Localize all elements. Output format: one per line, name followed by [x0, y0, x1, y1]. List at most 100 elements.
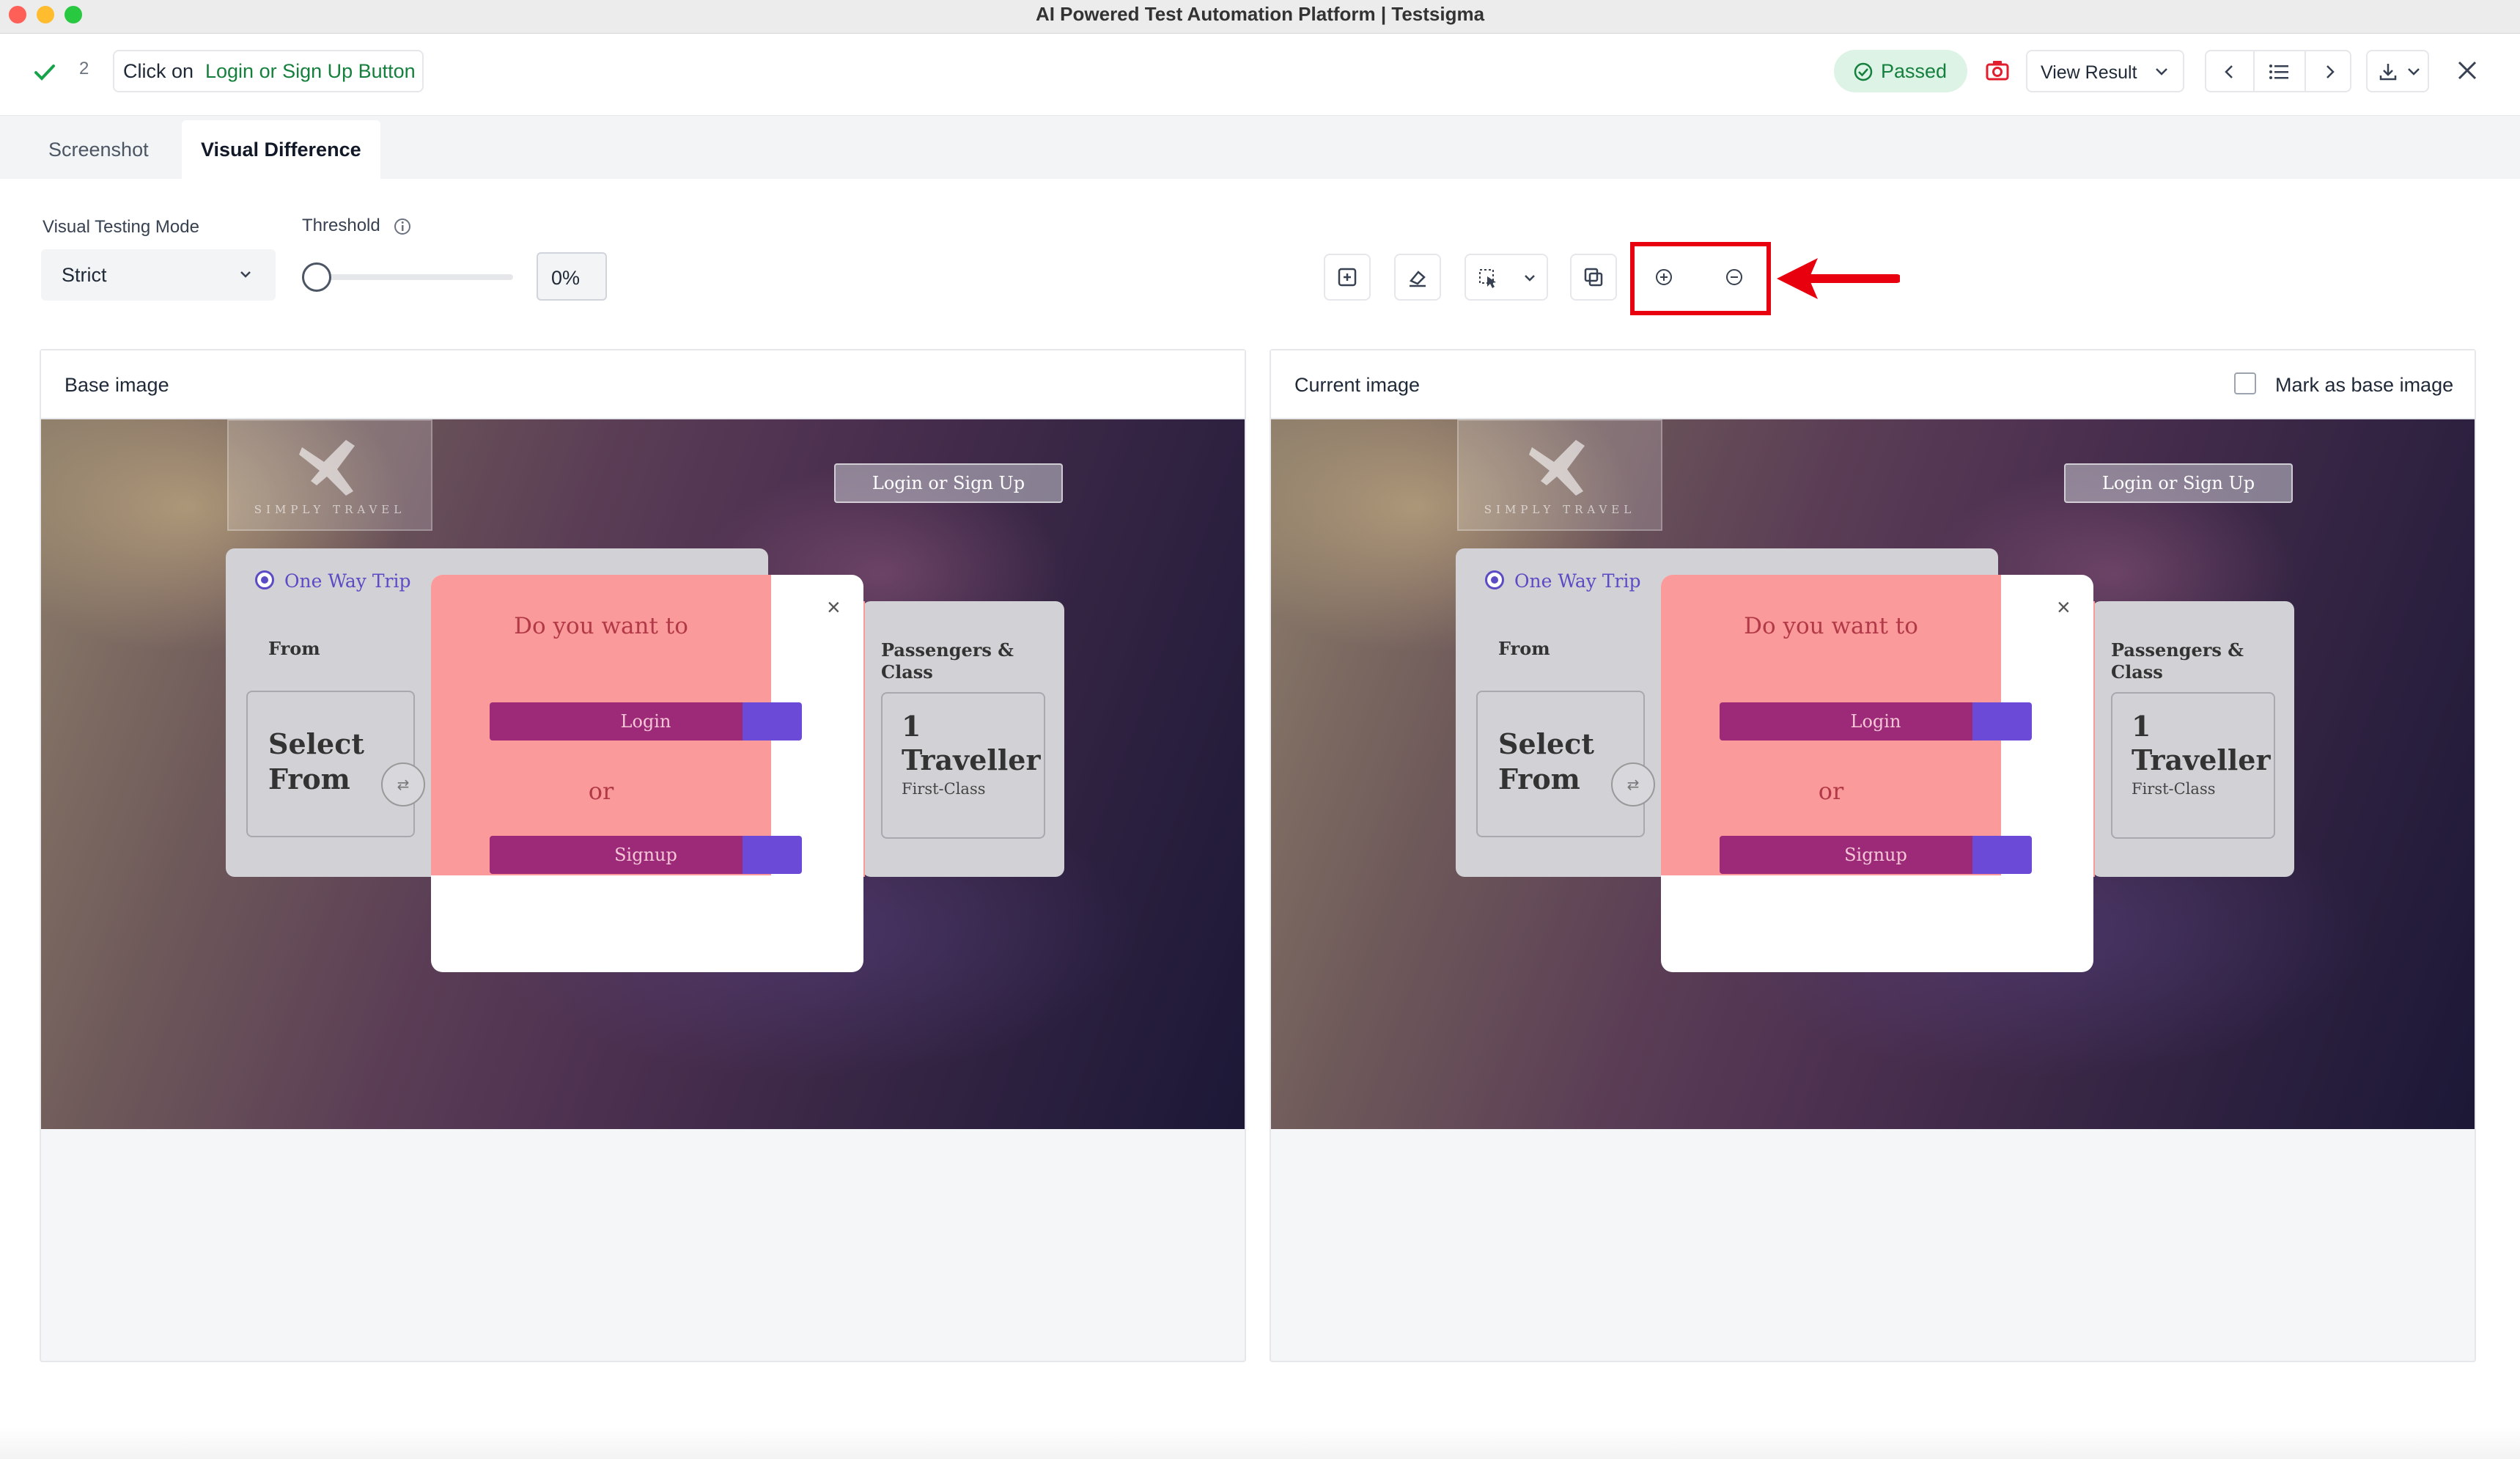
overlay-toggle-button[interactable]: [1570, 254, 1617, 301]
eraser-icon: [1409, 271, 1426, 287]
chevron-down-icon: [240, 271, 251, 278]
list-icon[interactable]: [2268, 63, 2290, 81]
arrow-annotation-icon: [1777, 258, 1900, 299]
check-circle-icon: [1854, 62, 1873, 81]
app-logo: SIMPLY TRAVEL: [227, 419, 432, 531]
app-brand: SIMPLY TRAVEL: [254, 503, 406, 516]
app-modal-question: Do you want to: [1744, 613, 1918, 639]
mode-value: Strict: [62, 264, 107, 286]
app-from-box: Select From: [246, 691, 415, 837]
app-trip-option: One Way Trip: [284, 570, 411, 592]
current-image-label: Current image: [1294, 374, 1421, 396]
app-login-modal: Do you want to Login or Signup ×: [431, 575, 863, 972]
app-login-signup-button: Login or Sign Up: [2064, 463, 2293, 503]
footer-shadow: [0, 1427, 2520, 1459]
view-result-label: View Result: [2041, 62, 2137, 83]
step-header: 2 Click on Login or Sign Up Button Passe…: [0, 34, 2520, 116]
app-traveller-word: Traveller: [2132, 743, 2271, 776]
mark-base-checkbox[interactable]: [2234, 372, 2256, 394]
current-screenshot[interactable]: SIMPLY TRAVEL Login or Sign Up One Way T…: [1271, 419, 2475, 1129]
step-target: Login or Sign Up Button: [205, 60, 416, 82]
current-image-header: Current image Mark as base image: [1271, 350, 2475, 419]
app-modal-question: Do you want to: [514, 613, 688, 639]
chevron-down-icon: [1525, 275, 1535, 282]
app-modal-login: Login: [490, 702, 802, 740]
threshold-slider-track[interactable]: [302, 274, 513, 280]
app-trip-option: One Way Trip: [1514, 570, 1641, 592]
current-image-panel: Current image Mark as base image SIMPLY …: [1270, 349, 2476, 1362]
threshold-value-box[interactable]: 0%: [537, 252, 607, 301]
step-number: 2: [79, 59, 89, 78]
app-traveller-word: Traveller: [902, 743, 1041, 776]
camera-icon[interactable]: [1985, 59, 2010, 82]
app-brand: SIMPLY TRAVEL: [1484, 503, 1636, 516]
chevron-down-icon: [2408, 68, 2420, 76]
app-modal-close-icon: ×: [827, 594, 841, 620]
app-traveller-box: 1 Traveller First-Class: [2111, 692, 2275, 839]
app-select-from-1: Select: [268, 727, 364, 760]
download-dropdown[interactable]: [2366, 50, 2429, 92]
app-traveller-class: First-Class: [2132, 780, 2216, 798]
chevron-down-icon: [2156, 68, 2167, 76]
divider: [2253, 51, 2255, 91]
highlight-box: [1630, 242, 1771, 315]
app-from-box: Select From: [1476, 691, 1645, 837]
view-result-dropdown[interactable]: View Result: [2026, 50, 2184, 92]
tab-visual-difference[interactable]: Visual Difference: [182, 120, 380, 179]
app-swap-icon: ⇄: [1611, 762, 1655, 806]
app-radio-one-way: [255, 570, 274, 589]
info-icon[interactable]: [393, 217, 412, 236]
app-traveller-count: 1: [2132, 710, 2151, 743]
status-badge: Passed: [1834, 50, 1967, 92]
airplane-icon: [299, 440, 355, 496]
app-traveller-count: 1: [902, 710, 921, 743]
app-from-label: From: [1498, 638, 1550, 659]
window-title: AI Powered Test Automation Platform | Te…: [1035, 3, 1485, 25]
tab-screenshot[interactable]: Screenshot: [29, 120, 168, 179]
app-passengers-1: Passengers &: [881, 639, 1014, 661]
app-modal-signup: Signup: [490, 836, 802, 874]
base-image-label: Base image: [65, 374, 169, 396]
app-traveller-class: First-Class: [902, 780, 986, 798]
app-modal-or: or: [588, 777, 614, 805]
result-tabs: Screenshot Visual Difference: [0, 116, 2520, 179]
app-logo: SIMPLY TRAVEL: [1457, 419, 1662, 531]
base-image-header: Base image: [41, 350, 1245, 419]
eraser-button[interactable]: [1394, 254, 1441, 301]
app-passengers-card: Passengers & Class 1 Traveller First-Cla…: [862, 601, 1064, 877]
mode-select[interactable]: Strict: [41, 249, 276, 301]
select-cursor-icon: [1479, 269, 1496, 288]
close-icon[interactable]: [2455, 59, 2479, 82]
app-login-signup-button: Login or Sign Up: [834, 463, 1063, 503]
mark-base-label: Mark as base image: [2275, 374, 2454, 396]
app-modal-signup: Signup: [1720, 836, 2032, 874]
base-image-panel: Base image SIMPLY TRAVEL Login or Sign U…: [40, 349, 1246, 1362]
app-select-from-2: From: [1498, 762, 1580, 795]
app-modal-or: or: [1818, 777, 1844, 805]
app-radio-one-way: [1485, 570, 1504, 589]
base-screenshot[interactable]: SIMPLY TRAVEL Login or Sign Up One Way T…: [41, 419, 1245, 1129]
app-modal-close-icon: ×: [2057, 594, 2071, 620]
app-select-from-1: Select: [1498, 727, 1594, 760]
divider: [2305, 51, 2306, 91]
step-navigation-group: [2205, 50, 2351, 92]
window-titlebar: AI Powered Test Automation Platform | Te…: [0, 0, 2520, 34]
selection-mode-dropdown[interactable]: [1465, 254, 1548, 301]
threshold-slider-handle[interactable]: [302, 262, 331, 292]
app-login-modal: Do you want to Login or Signup ×: [1661, 575, 2093, 972]
app-from-label: From: [268, 638, 320, 659]
app-passengers-2: Class: [2111, 661, 2163, 683]
download-icon: [2379, 64, 2397, 81]
check-icon: [34, 65, 55, 81]
app-passengers-1: Passengers &: [2111, 639, 2244, 661]
chevron-left-icon[interactable]: [2221, 63, 2239, 81]
threshold-value: 0%: [551, 267, 581, 289]
app-modal-login: Login: [1720, 702, 2032, 740]
status-label: Passed: [1881, 60, 1948, 82]
app-passengers-card: Passengers & Class 1 Traveller First-Cla…: [2092, 601, 2294, 877]
chevron-right-icon[interactable]: [2321, 63, 2338, 81]
threshold-label: Threshold: [302, 216, 380, 235]
app-traveller-box: 1 Traveller First-Class: [881, 692, 1045, 839]
region-select-button[interactable]: [1324, 254, 1371, 301]
app-select-from-2: From: [268, 762, 350, 795]
